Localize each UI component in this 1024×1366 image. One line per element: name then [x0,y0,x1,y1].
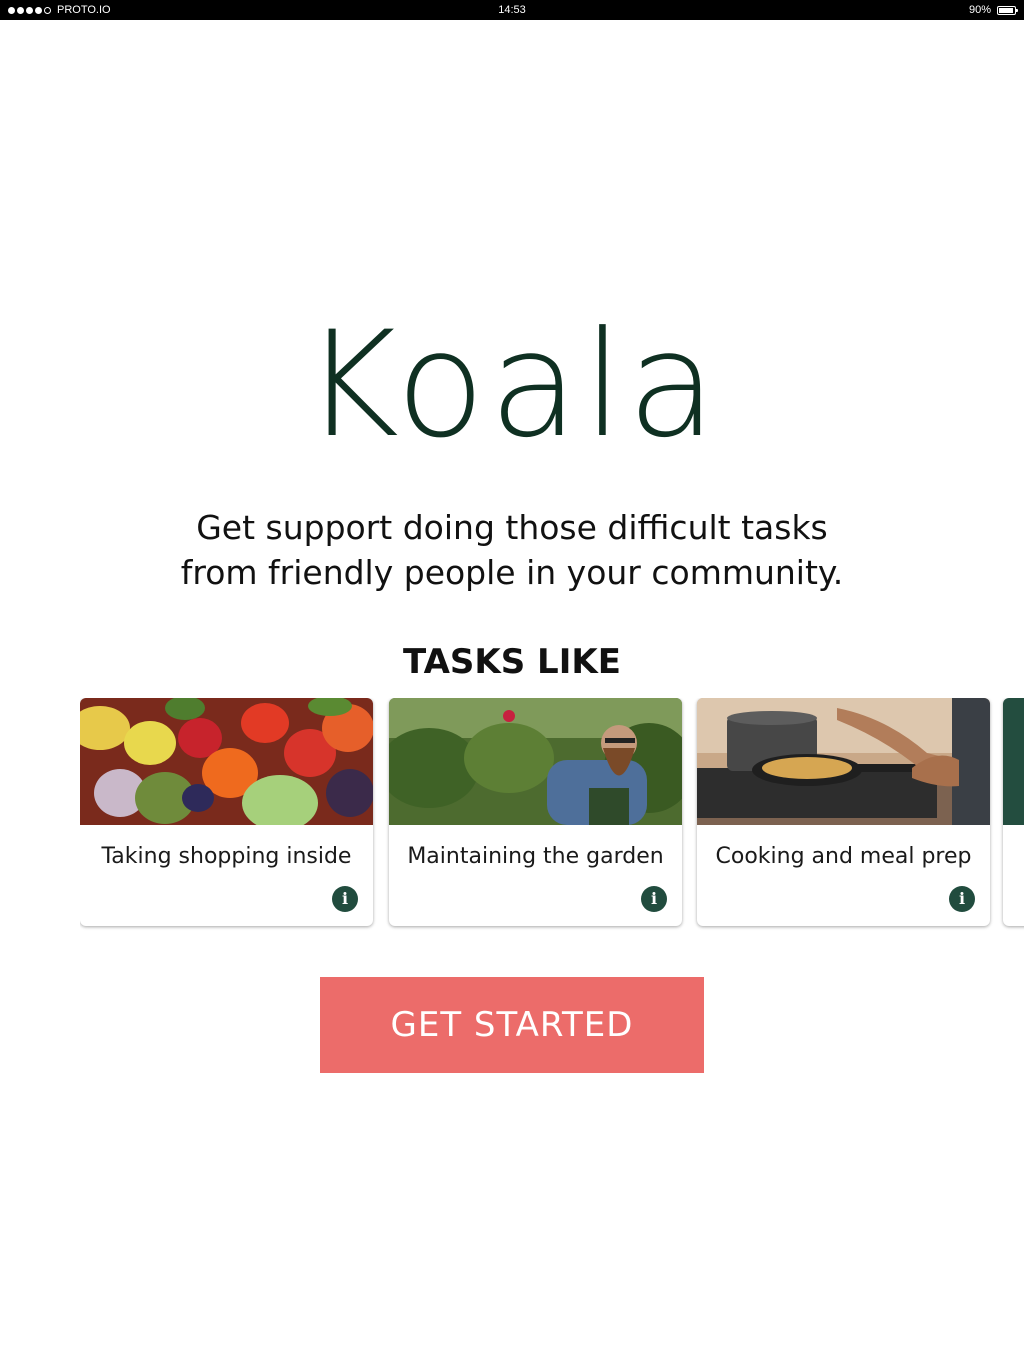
status-time: 14:53 [498,4,526,16]
fruit-vegetables-photo [80,698,373,825]
task-card-label: Maintaining the garden [407,844,664,869]
task-card-label: Cooking and meal prep [715,844,972,869]
app-screen: PROTO.IO 14:53 90% Koala Get support doi… [0,0,1024,1366]
info-icon[interactable]: i [332,886,358,912]
info-icon[interactable]: i [949,886,975,912]
tagline-line: Get support doing those difficult tasks [196,508,828,547]
task-card-cooking[interactable]: Cooking and meal prep i [697,698,990,926]
cooking-photo [697,698,990,825]
tagline-line: from friendly people in your community. [180,553,844,592]
task-card-garden[interactable]: Maintaining the garden i [389,698,682,926]
task-card-shopping[interactable]: Taking shopping inside i [80,698,373,926]
tasks-carousel[interactable]: Taking shopping inside i Maintaining the… [80,698,1024,938]
gardener-photo [389,698,682,825]
task-card-label: Taking shopping inside [101,844,352,869]
battery-icon [997,5,1018,15]
battery-percent: 90% [968,4,991,16]
partial-card-photo [1003,698,1024,825]
tasks-section-title: TASKS LIKE [403,642,621,682]
info-icon[interactable]: i [641,886,667,912]
brand-logo-text: Koala [303,300,721,470]
tagline: Get support doing those difficult tasks … [0,505,1024,595]
battery-indicator: 90% [968,0,1018,20]
battery-fill [999,7,1013,13]
task-card-partial[interactable] [1003,698,1024,926]
get-started-button[interactable]: GET STARTED [320,977,704,1073]
status-bar: PROTO.IO 14:53 90% [0,0,1024,20]
